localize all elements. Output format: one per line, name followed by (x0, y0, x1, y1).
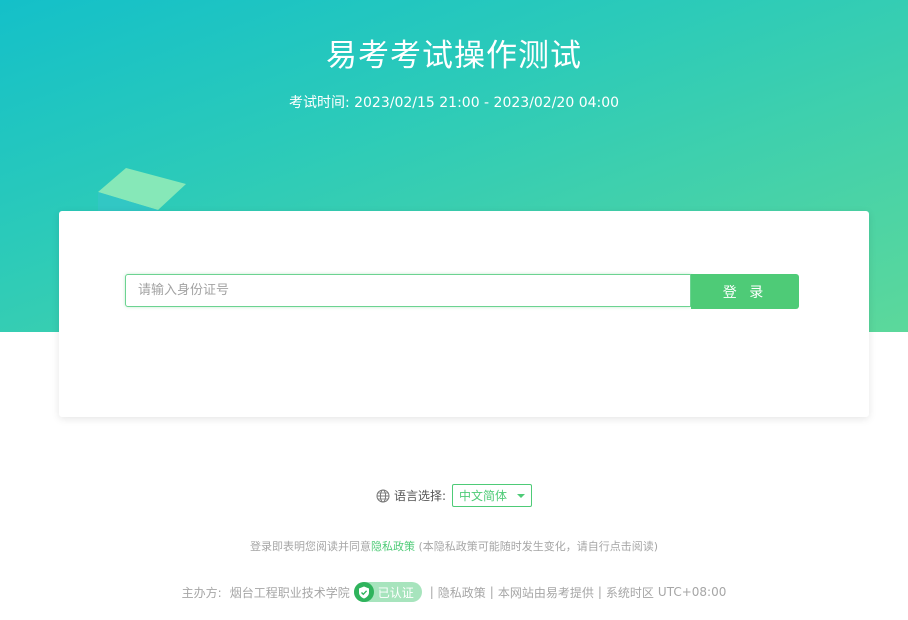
verified-badge: 已认证 (353, 582, 422, 602)
exam-title: 易考考试操作测试 (326, 38, 582, 74)
globe-icon (376, 489, 390, 503)
language-selector-row: 语言选择: 中文简体 (0, 484, 908, 507)
footer: 主办方: 烟台工程职业技术学院 已认证 | 隐私政策 | 本网站由易考提供 | … (0, 582, 908, 602)
language-selected-value: 中文简体 (459, 489, 508, 503)
timezone-label: 系统时区 (605, 585, 654, 600)
privacy-note-suffix: (本隐私政策可能随时发生变化，请自行点击阅读) (414, 540, 659, 553)
privacy-note-prefix: 登录即表明您阅读并同意 (249, 540, 371, 553)
language-select[interactable]: 中文简体 (452, 484, 533, 507)
exam-time: 考试时间: 2023/02/15 21:00 - 2023/02/20 04:0… (288, 95, 620, 111)
privacy-policy-link[interactable]: 隐私政策 (371, 540, 415, 553)
id-number-input[interactable] (125, 274, 691, 307)
timezone-value: UTC+08:00 (657, 585, 727, 599)
cube-decoration (98, 168, 186, 216)
provider-text: 本网站由易考提供 (497, 585, 594, 600)
login-card: 登 录 (59, 211, 869, 417)
chevron-down-icon (517, 493, 526, 498)
privacy-consent-note: 登录即表明您阅读并同意隐私政策 (本隐私政策可能随时发生变化，请自行点击阅读) (0, 538, 908, 554)
footer-separator: | (489, 585, 494, 599)
shield-check-icon (353, 582, 374, 602)
footer-separator: | (597, 585, 602, 599)
footer-privacy-link[interactable]: 隐私政策 (438, 584, 486, 601)
footer-separator: | (429, 585, 434, 599)
verified-badge-label: 已认证 (377, 585, 414, 600)
login-button[interactable]: 登 录 (691, 274, 799, 309)
login-form: 登 录 (125, 274, 799, 309)
language-label: 语言选择: (393, 489, 447, 503)
organizer-label: 主办方: (181, 585, 222, 600)
organizer-name: 烟台工程职业技术学院 (229, 585, 350, 600)
